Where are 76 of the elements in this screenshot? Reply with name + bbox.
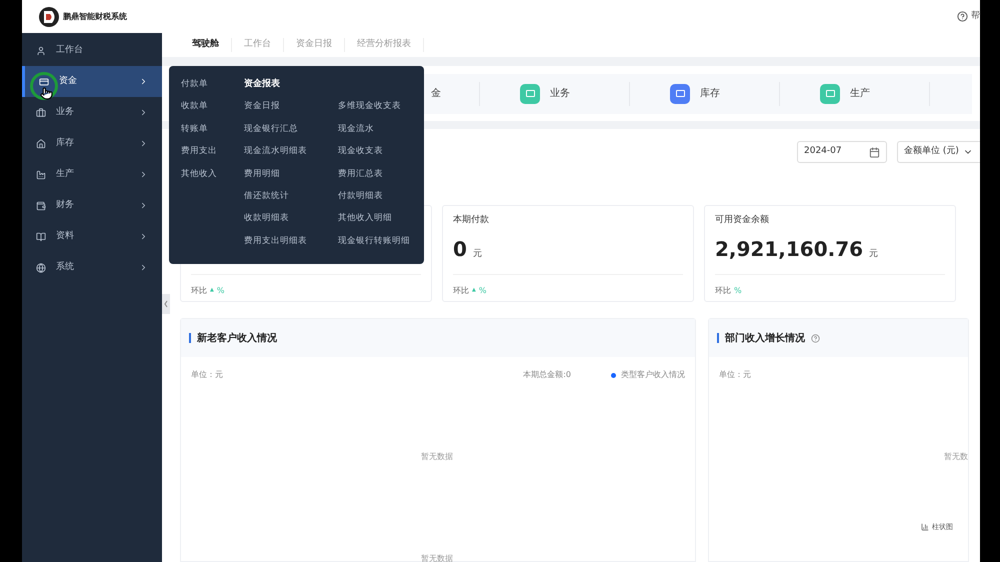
hand-cursor-icon xyxy=(40,87,53,100)
help-link[interactable]: 帮 xyxy=(971,10,980,24)
sidebar-item[interactable]: 资金 xyxy=(22,66,162,97)
trend-percent: % xyxy=(478,285,486,297)
submenu-heading: 资金报表 xyxy=(244,78,281,91)
total-amount: 本期总金额:0 xyxy=(523,369,571,381)
submenu-item[interactable]: 付款单 xyxy=(181,78,244,100)
module-link[interactable]: 生产 xyxy=(850,86,870,101)
module-link[interactable]: 业务 xyxy=(550,86,570,101)
panel-title: 新老客户收入情况 xyxy=(197,331,277,346)
submenu-item[interactable]: 收款单 xyxy=(181,100,244,123)
submenu-item[interactable]: 费用汇总表 xyxy=(338,168,410,190)
trend-label: 环比 xyxy=(191,285,207,297)
calendar-icon xyxy=(869,146,880,158)
module-link[interactable]: 库存 xyxy=(700,86,720,101)
empty-state-text: 暂无数 xyxy=(944,451,968,463)
collapse-handle-icon[interactable] xyxy=(162,294,170,314)
logo-icon xyxy=(38,6,60,28)
sidebar-item[interactable]: 资料 xyxy=(22,221,162,252)
submenu-item[interactable]: 转账单 xyxy=(181,122,244,146)
help-icon[interactable] xyxy=(957,11,968,22)
submenu-item[interactable]: 现金银行转账明细 xyxy=(338,234,410,258)
stat-value: 2,921,160.76 xyxy=(715,236,864,262)
submenu-item[interactable]: 其他收入明细 xyxy=(338,212,410,235)
module-icon[interactable] xyxy=(670,84,690,104)
menu-icon xyxy=(36,200,46,210)
menu-icon xyxy=(36,138,46,148)
sidebar-item[interactable]: 生产 xyxy=(22,159,162,190)
submenu-item[interactable]: 借还款统计 xyxy=(244,190,338,212)
submenu-item[interactable]: 现金流水 xyxy=(338,122,410,146)
bar-chart-icon xyxy=(921,523,929,532)
module-icon[interactable] xyxy=(820,84,840,104)
stat-title: 可用资金余额 xyxy=(715,214,770,227)
sidebar-item[interactable]: 库存 xyxy=(22,128,162,159)
empty-state-text: 暂无数据 xyxy=(421,451,453,463)
submenu-item[interactable]: 费用明细 xyxy=(244,168,338,190)
submenu-item[interactable]: 现金收支表 xyxy=(338,145,410,168)
page-tab[interactable]: 驾驶舱 xyxy=(180,38,232,52)
stat-unit: 元 xyxy=(869,248,878,260)
trend-percent: % xyxy=(216,285,224,297)
module-link[interactable]: 金 xyxy=(431,86,441,101)
menu-icon xyxy=(36,46,46,56)
submenu-item[interactable]: 多维现金收支表 xyxy=(338,100,410,123)
submenu-item[interactable]: 资金日报 xyxy=(244,100,338,123)
stat-value: 0 xyxy=(453,236,467,262)
stat-title: 本期付款 xyxy=(453,214,490,227)
stat-unit: 元 xyxy=(472,248,482,260)
menu-icon xyxy=(36,170,46,180)
sidebar-item[interactable]: 系统 xyxy=(22,252,162,283)
submenu-item[interactable]: 费用支出 xyxy=(181,145,244,168)
help-icon[interactable] xyxy=(811,334,820,342)
menu-icon xyxy=(36,262,46,272)
trend-label: 环比 xyxy=(453,285,469,297)
trend-percent: % xyxy=(734,285,742,297)
submenu-item[interactable]: 费用支出明细表 xyxy=(244,234,338,258)
sidebar-item[interactable]: 业务 xyxy=(22,97,162,128)
unit-label: 单位：元 xyxy=(191,369,224,381)
unit-label: 单位：元 xyxy=(719,369,752,381)
menu-icon xyxy=(36,108,46,118)
unit-select[interactable]: 金额单位 (元) xyxy=(897,141,980,163)
trend-label: 环比 xyxy=(715,285,731,297)
empty-state-text: 暂无数据 xyxy=(421,553,453,562)
sidebar-item[interactable]: 工作台 xyxy=(22,35,162,66)
month-picker[interactable]: 2024-07 xyxy=(797,141,887,163)
app-logo-text: 鹏鼎智能财税系统 xyxy=(63,10,127,22)
panel-title: 部门收入增长情况 xyxy=(725,331,805,346)
submenu-item[interactable]: 收款明细表 xyxy=(244,212,338,235)
sidebar-item[interactable]: 财务 xyxy=(22,190,162,221)
submenu-item[interactable]: 现金流水明细表 xyxy=(244,145,338,168)
menu-icon xyxy=(36,232,46,242)
legend-label: 类型客户收入情况 xyxy=(621,369,685,381)
submenu-item[interactable]: 付款明细表 xyxy=(338,190,410,212)
menu-icon xyxy=(39,76,49,86)
module-icon[interactable] xyxy=(520,84,540,104)
submenu-item[interactable]: 其他收入 xyxy=(181,168,244,190)
submenu-item[interactable]: 现金银行汇总 xyxy=(244,122,338,146)
